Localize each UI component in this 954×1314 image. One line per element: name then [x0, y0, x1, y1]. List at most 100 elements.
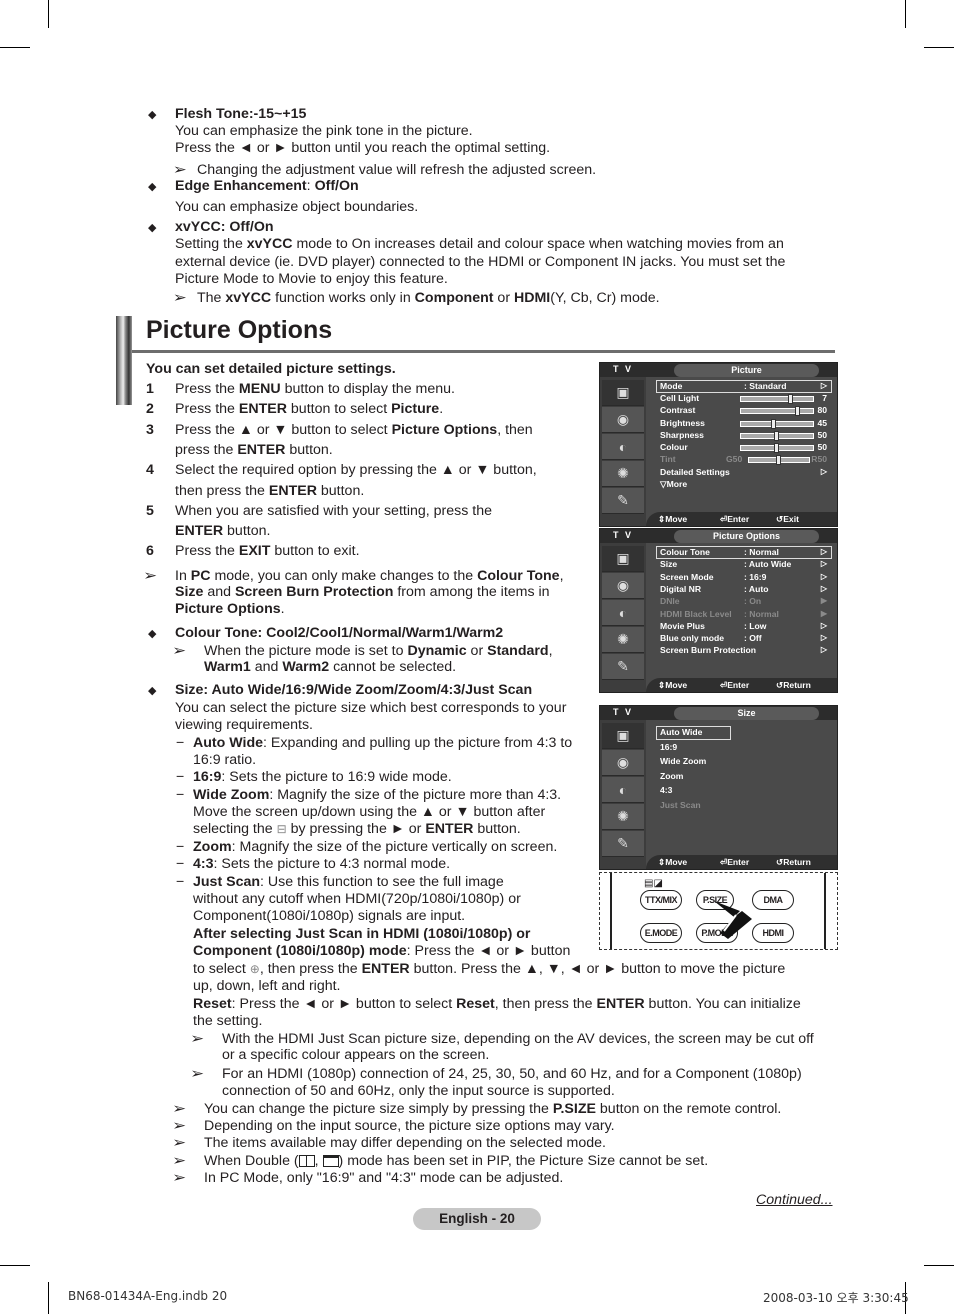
slider-knob[interactable]: [795, 406, 800, 417]
slider-knob[interactable]: [774, 430, 779, 441]
tint-slider[interactable]: [748, 455, 810, 465]
text-line: connection of 50 and 60Hz, only the inpu…: [222, 1083, 615, 1099]
osd-row-option[interactable]: Digital NR: Auto ▷: [660, 583, 827, 595]
return-hint: ↺ Return: [776, 857, 811, 867]
page-number-badge: English - 20: [413, 1208, 541, 1230]
slider-track[interactable]: [740, 406, 814, 417]
osd-row-option[interactable]: Colour Tone: Normal ▷: [660, 546, 827, 558]
e-mode-button[interactable]: E.MODE: [640, 923, 682, 943]
section-title-bar: [116, 316, 132, 405]
step-5: 5: [146, 503, 154, 519]
osd-row-size-option[interactable]: Just Scan: [660, 799, 827, 811]
osd-row-slider[interactable]: Colour 50: [660, 441, 827, 454]
chevron-right-icon: ▷: [820, 583, 827, 593]
osd-row-size-option[interactable]: 4:3: [660, 784, 827, 796]
note-line: ➢ You can change the picture size simply …: [172, 1100, 782, 1117]
osd-row-slider[interactable]: Cell Light 7: [660, 392, 827, 404]
step-5-cont: ENTER button.: [175, 523, 271, 539]
note-arrow-icon: ➢: [172, 1117, 187, 1133]
position-icon: ⊟: [276, 822, 287, 836]
osd-row-option[interactable]: Size: Auto Wide ▷: [660, 558, 827, 570]
osd-row-option[interactable]: Screen Burn Protection ▷: [660, 644, 827, 656]
enter-hint: ⏎ Enter: [720, 514, 750, 524]
note-line: ➢ Depending on the input source, the pict…: [172, 1117, 615, 1134]
size-item-auto-wide: Auto Wide: Expanding and pulling up the …: [193, 735, 573, 751]
slider-knob[interactable]: [788, 394, 793, 404]
note-line: ➢ With the HDMI Just Scan picture size, d…: [190, 1030, 814, 1047]
osd-row-size-option[interactable]: Auto Wide: [660, 726, 827, 738]
osd-title: Size: [674, 707, 819, 720]
channel-icon: ◐: [602, 777, 644, 803]
osd-row-slider[interactable]: Brightness 45: [660, 417, 827, 429]
slider-track[interactable]: [740, 443, 814, 454]
osd-footer: ⇕ Move ⏎ Enter ↺ Return: [646, 678, 837, 692]
slider-knob[interactable]: [774, 443, 779, 454]
pointer-arrow-icon: [714, 901, 752, 939]
crop-mark: [0, 1265, 30, 1266]
input-icon: ✎: [602, 831, 644, 857]
osd-row-option[interactable]: Screen Mode: 16:9 ▷: [660, 571, 827, 583]
osd-title: Picture Options: [674, 530, 819, 543]
osd-row-more[interactable]: ▽More: [660, 478, 827, 490]
osd-row-tint[interactable]: Tint G50 R50: [660, 453, 827, 465]
dash: −: [176, 735, 185, 751]
osd-row-mode[interactable]: Mode: Standard ▷: [660, 380, 827, 392]
osd-row-option[interactable]: Movie Plus: Low ▷: [660, 620, 827, 632]
text-line: 16:9 ratio.: [193, 752, 257, 768]
osd-title: Picture: [674, 364, 819, 377]
osd-row-option[interactable]: DNIe: On ▶: [660, 595, 827, 607]
remote-control-illustration: ▤◪ TTX/MIX P.SIZE DMA E.MODE P.MODE HDMI: [599, 872, 838, 950]
dash: −: [176, 839, 185, 855]
size-item-zoom: Zoom: Magnify the size of the picture ve…: [193, 839, 558, 855]
continued-label: Continued...: [756, 1192, 833, 1208]
slider-knob[interactable]: [770, 418, 776, 429]
size-item-wide-zoom: Wide Zoom: Magnify the size of the pictu…: [193, 787, 562, 803]
text-line: After selecting Just Scan in HDMI (1080i…: [193, 926, 531, 942]
text-line: to select ⊕, then press the ENTER button…: [193, 961, 786, 977]
slider-track[interactable]: [740, 394, 814, 404]
return-hint: ↺ Return: [776, 680, 811, 690]
pc-note: ➢ In PC mode, you can only make changes t…: [143, 567, 564, 584]
picture-icon: ▣: [602, 723, 644, 749]
slider-track[interactable]: [740, 430, 814, 441]
osd-footer: ⇕ Move ⏎ Enter ↺ Exit: [646, 512, 837, 526]
osd-row-size-option[interactable]: Wide Zoom: [660, 755, 827, 767]
step-4-cont: then press the ENTER button.: [175, 483, 365, 499]
remote-edge: [610, 873, 612, 949]
osd-size-menu: T V Size ▣ ◉ ◐ ✺ ✎ Auto Wide 16:9 Wide Zoo…: [599, 705, 838, 870]
ttx-mix-button[interactable]: TTX/MIX: [640, 890, 682, 910]
osd-row-slider[interactable]: Contrast 80: [660, 404, 827, 417]
text-line: external device (ie. DVD player) connect…: [175, 254, 786, 270]
picture-icon: ▣: [602, 546, 644, 572]
slider-knob[interactable]: [776, 455, 781, 465]
sound-icon: ◉: [602, 750, 644, 776]
slider-track[interactable]: [740, 418, 814, 429]
sound-icon: ◉: [602, 407, 644, 433]
osd-row-slider[interactable]: Sharpness 50: [660, 429, 827, 441]
osd-row-detailed[interactable]: Detailed Settings ▷: [660, 466, 827, 478]
chevron-right-icon: ▶: [820, 608, 827, 618]
enter-hint: ⏎ Enter: [720, 857, 750, 867]
osd-footer: ⇕ Move ⏎ Enter ↺ Return: [646, 855, 837, 869]
osd-row-option[interactable]: Blue only mode: Off ▷: [660, 632, 827, 644]
colour-tone-heading: Colour Tone: Cool2/Cool1/Normal/Warm1/Wa…: [175, 625, 504, 641]
chevron-right-icon: ▷: [820, 381, 827, 390]
channel-icon: ◐: [602, 600, 644, 626]
text-line: Component(1080i/1080p) signals are input…: [193, 908, 466, 924]
osd-row-size-option[interactable]: 16:9: [660, 741, 827, 753]
chevron-right-icon: ▷: [820, 559, 827, 569]
step-1: 1: [146, 381, 154, 397]
text-line: or a specific colour appears on the scre…: [222, 1047, 490, 1063]
osd-row-option[interactable]: HDMI Black Level: Normal ▶: [660, 608, 827, 620]
step-5-text: When you are satisfied with your setting…: [175, 503, 493, 519]
dash: −: [176, 787, 185, 803]
note-arrow-icon: ➢: [172, 289, 187, 305]
text-line: You can select the picture size which be…: [175, 700, 567, 716]
osd-row-size-option[interactable]: Zoom: [660, 770, 827, 782]
note-arrow-icon: ➢: [190, 1065, 205, 1081]
diamond-bullet-icon: ◆: [148, 181, 157, 193]
pip-double-icon: [298, 1155, 315, 1168]
setup-icon: ✺: [602, 804, 644, 830]
crop-mark: [48, 1282, 49, 1314]
note-line: ➢ In PC Mode, only "16:9" and "4:3" mode …: [172, 1169, 564, 1186]
